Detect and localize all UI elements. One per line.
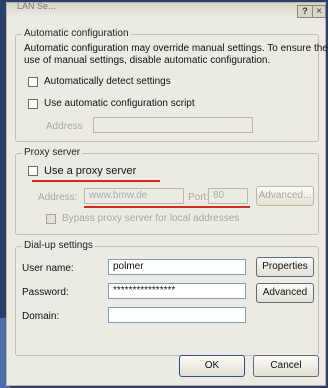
close-button[interactable]: × [312,5,326,18]
domain-input[interactable] [108,307,246,323]
auto-detect-label[interactable]: Automatically detect settings [44,76,171,87]
script-address-label: Address [46,121,83,132]
titlebar: LAN Se... ? × [7,1,326,18]
automatic-configuration-description-line2: use of manual settings, disable automati… [24,55,271,66]
dial-up-settings-group: Dial-up settings User name: polmer Prope… [15,240,319,356]
automatic-configuration-description-line1: Automatic configuration may override man… [24,43,328,54]
dialup-advanced-button[interactable]: Advanced [256,283,314,303]
use-proxy-label[interactable]: Use a proxy server [44,165,136,177]
proxy-advanced-button[interactable]: Advanced... [256,186,314,206]
proxy-server-legend: Proxy server [22,147,83,158]
domain-label: Domain: [22,311,60,322]
automatic-configuration-legend: Automatic configuration [22,28,131,39]
bypass-local-checkbox[interactable] [46,214,56,224]
user-name-input[interactable]: polmer [108,259,246,275]
user-name-label: User name: [22,263,74,274]
automatic-configuration-group: Automatic configuration Automatic config… [15,28,328,142]
ok-button[interactable]: OK [179,355,245,377]
lan-settings-dialog: LAN Se... ? × Automatic configuration Au… [6,1,328,386]
annotation-underline-address [84,206,250,208]
properties-button[interactable]: Properties [256,257,314,277]
use-proxy-checkbox[interactable] [28,166,38,176]
proxy-server-group: Proxy server Use a proxy server Address:… [15,147,319,235]
bypass-local-label[interactable]: Bypass proxy server for local addresses [62,213,239,224]
password-label: Password: [22,287,69,298]
proxy-port-input[interactable]: 80 [208,188,248,204]
password-input[interactable]: **************** [108,283,246,299]
help-button[interactable]: ? [297,5,313,18]
auto-script-label[interactable]: Use automatic configuration script [44,98,195,109]
dial-up-settings-legend: Dial-up settings [22,240,95,251]
annotation-underline-use-proxy [32,180,160,182]
proxy-port-label: Port: [188,192,210,203]
script-address-input[interactable] [93,117,253,133]
proxy-address-input[interactable]: www.bmw.de [84,188,184,204]
cancel-button[interactable]: Cancel [253,355,319,377]
auto-detect-checkbox[interactable] [28,77,38,87]
auto-script-checkbox[interactable] [28,99,38,109]
proxy-address-label: Address: [38,192,78,203]
dialog-title: LAN Se... [17,1,56,11]
